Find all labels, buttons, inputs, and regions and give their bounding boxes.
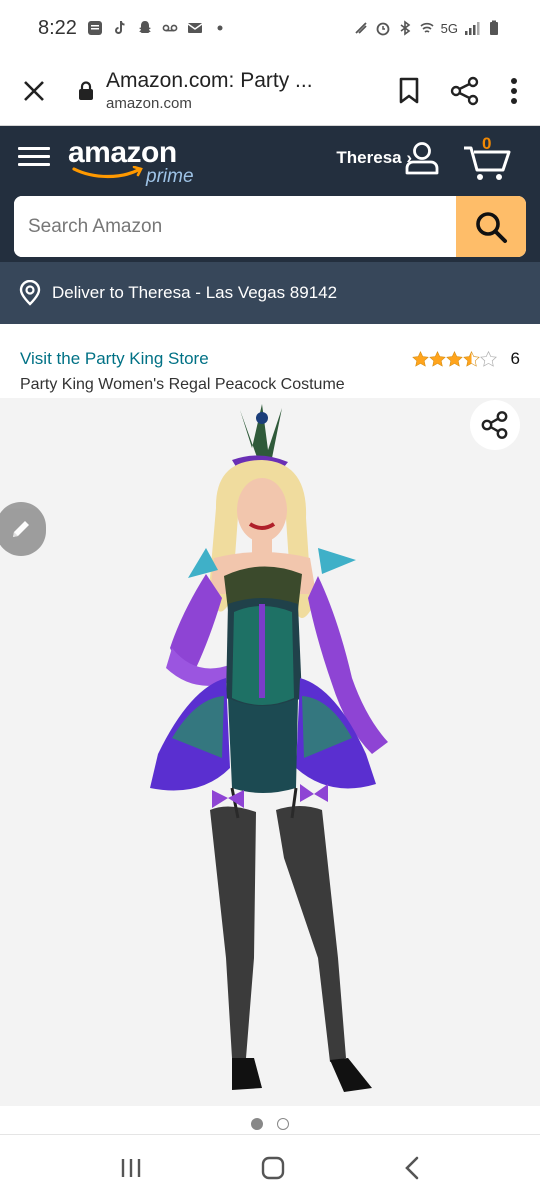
voicemail-icon [162,24,178,32]
empty-star-icon [479,351,497,367]
logo-text: amazon [68,136,177,169]
email-icon [187,23,203,33]
status-bar: 8:22 5G [0,0,540,56]
browser-actions [398,76,518,106]
bookmark-icon[interactable] [398,77,420,105]
amazon-top-row: amazon prime Theresa › 0 [0,126,540,194]
page-domain: amazon.com [106,95,192,112]
deliver-to-text: Deliver to Theresa - Las Vegas 89142 [52,283,338,302]
share-icon [481,411,508,439]
image-pager [0,1118,540,1130]
alarm-icon [376,22,390,36]
home-icon[interactable] [260,1155,286,1181]
browser-toolbar: Amazon.com: Party ... amazon.com [0,56,540,126]
back-icon[interactable] [403,1155,421,1181]
page-title: Amazon.com: Party ... [106,69,313,92]
product-image[interactable] [0,398,540,1106]
recent-apps-icon[interactable] [119,1157,143,1179]
lock-icon [79,80,93,100]
store-row: Visit the Party King Store 6 [20,347,520,373]
search-button[interactable] [456,196,526,257]
star-icon [428,351,446,367]
screen: 8:22 5G Amazon.com: Party ... amazon.com [0,0,540,1200]
rating-count: 6 [510,349,520,368]
amazon-header: amazon prime Theresa › 0 [0,126,540,262]
close-icon [24,80,44,101]
bluetooth-icon [400,20,410,36]
star-icon [411,351,429,367]
cart-count: 0 [482,134,492,153]
store-link[interactable]: Visit the Party King Store [20,349,209,369]
dot-icon [217,25,223,31]
message-icon [87,21,102,35]
deliver-to-bar[interactable]: Deliver to Theresa - Las Vegas 89142 [0,262,540,324]
notification-icons [87,20,228,36]
nfc-icon [355,22,367,34]
battery-icon [490,20,498,35]
search-input[interactable] [14,196,456,257]
logo-smile-icon [72,166,143,179]
star-icon [445,351,463,367]
location-pin-icon [19,280,41,306]
close-tab-button[interactable] [16,73,52,109]
url-block[interactable]: Amazon.com: Party ... amazon.com [106,69,313,112]
logo-prime: prime [146,166,194,187]
wifi-icon [420,22,434,33]
star-rating [411,351,497,367]
amazon-logo[interactable]: amazon prime [68,136,208,192]
half-star-icon [462,351,480,367]
more-vert-icon[interactable] [510,77,518,105]
system-nav-bar [0,1134,540,1200]
pager-dot[interactable] [277,1118,289,1130]
account-link[interactable]: Theresa › [336,148,412,168]
search-icon [476,211,507,243]
share-image-button[interactable] [470,400,520,450]
status-time: 8:22 [38,16,77,39]
network-label: 5G [440,20,458,36]
share-icon[interactable] [450,76,480,106]
system-icons: 5G [353,20,502,36]
costume-illustration [150,404,388,1092]
cart-button[interactable]: 0 [462,134,514,182]
account-icon[interactable] [404,140,440,176]
edit-button[interactable] [0,502,46,556]
pager-dot-active[interactable] [251,1118,263,1130]
signal-icon [465,22,480,35]
pencil-icon [13,521,29,537]
tiktok-icon [114,20,125,34]
search-bar [14,196,526,257]
product-title: Party King Women's Regal Peacock Costume [20,376,345,393]
rating[interactable]: 6 [411,349,520,369]
snapchat-icon [138,21,151,33]
hamburger-icon[interactable] [18,142,50,174]
